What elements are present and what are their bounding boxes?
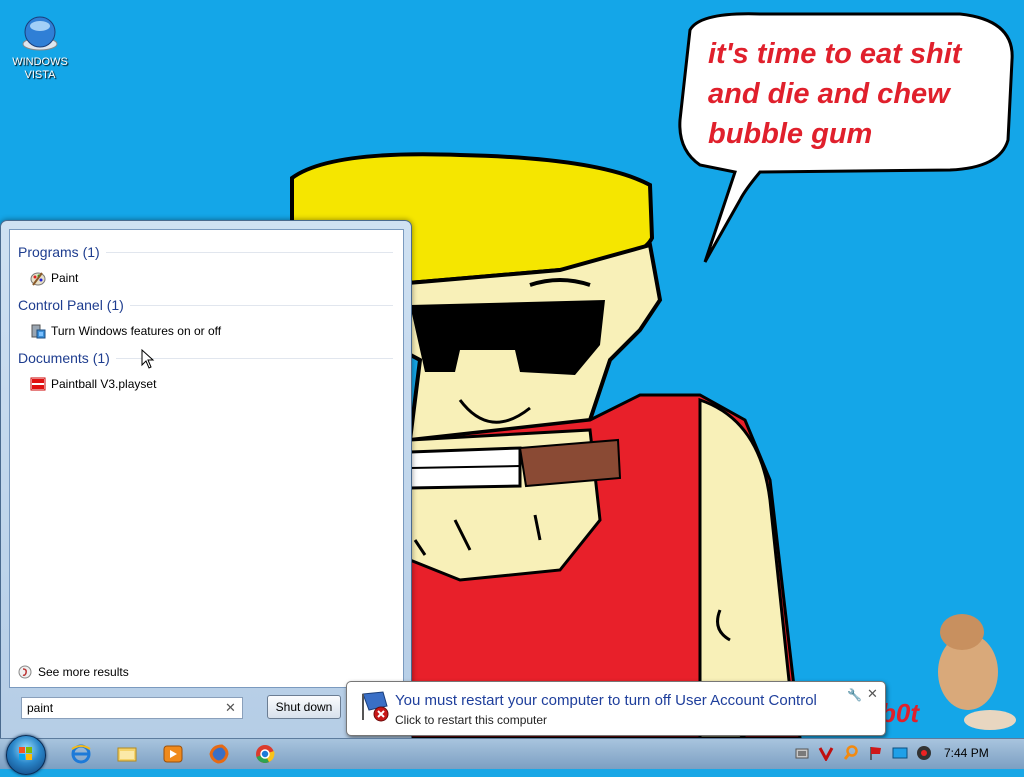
shutdown-button[interactable]: Shut down <box>267 695 341 719</box>
mouse-cursor-icon <box>141 349 155 369</box>
see-more-label: See more results <box>38 665 129 679</box>
notification-close-icon[interactable]: ✕ <box>867 687 878 702</box>
result-label: Turn Windows features on or off <box>51 324 222 338</box>
search-tray-icon[interactable] <box>843 745 859 761</box>
speech-bubble-text: it's time to eat shit and die and chew b… <box>708 38 962 150</box>
antivirus-icon[interactable] <box>818 745 834 761</box>
notification-subtitle: Click to restart this computer <box>395 713 548 727</box>
group-control-panel[interactable]: Control Panel (1) <box>18 297 130 313</box>
paint-icon <box>30 272 46 286</box>
start-menu: Programs (1) Paint Control Panel (1) Tur… <box>0 220 412 742</box>
notification-title: You must restart your computer to turn o… <box>395 692 817 709</box>
chrome-icon[interactable] <box>254 743 276 765</box>
internet-explorer-icon[interactable] <box>70 743 92 765</box>
start-search-input[interactable] <box>22 700 219 716</box>
result-label: Paint <box>51 271 79 285</box>
result-label: Paintball V3.playset <box>51 377 157 391</box>
playset-file-icon <box>30 377 46 391</box>
notification-options-icon[interactable]: 🔧 <box>847 688 862 702</box>
windows-explorer-icon[interactable] <box>116 743 138 765</box>
windows-vista-desktop-icon[interactable]: WINDOWS VISTA <box>8 14 72 82</box>
display-icon[interactable] <box>892 745 908 761</box>
result-windows-features[interactable]: Turn Windows features on or off <box>30 321 221 341</box>
action-center-flag-icon <box>362 691 389 722</box>
result-paint[interactable]: Paint <box>30 268 78 288</box>
firefox-icon[interactable] <box>208 743 230 765</box>
windows-vista-icon <box>22 16 58 51</box>
desktop-icon-label: WINDOWS VISTA <box>12 56 68 81</box>
taskbar: 7:44 PM <box>0 735 1024 775</box>
see-more-results-link[interactable]: See more results <box>18 665 129 679</box>
group-documents[interactable]: Documents (1) <box>18 350 116 366</box>
network-icon[interactable] <box>794 745 810 761</box>
search-more-icon <box>18 665 32 679</box>
windows-features-icon <box>31 324 46 339</box>
result-paintball-playset[interactable]: Paintball V3.playset <box>30 374 156 394</box>
search-results-pane: Programs (1) Paint Control Panel (1) Tur… <box>9 229 404 688</box>
record-icon[interactable] <box>916 745 932 761</box>
uac-restart-notification[interactable]: You must restart your computer to turn o… <box>346 681 886 736</box>
group-programs[interactable]: Programs (1) <box>18 244 106 260</box>
media-player-icon[interactable] <box>162 743 184 765</box>
windows-logo-icon <box>19 747 32 760</box>
start-button[interactable] <box>6 735 46 775</box>
start-search-box[interactable]: ✕ <box>21 697 243 719</box>
flag-icon[interactable] <box>868 745 884 761</box>
taskbar-clock[interactable]: 7:44 PM <box>944 746 989 760</box>
clear-search-icon[interactable]: ✕ <box>225 701 236 716</box>
